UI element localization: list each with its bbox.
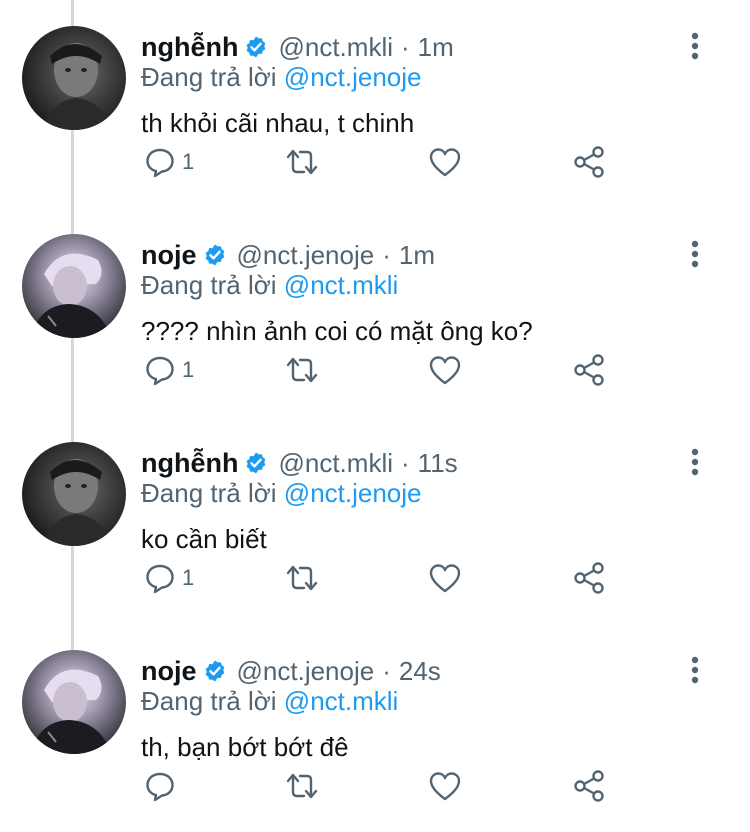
more-vertical-icon[interactable] bbox=[680, 652, 710, 688]
share-icon bbox=[574, 354, 604, 386]
comment-icon bbox=[146, 772, 174, 802]
share-icon bbox=[574, 146, 604, 178]
replying-to-label: Đang trả lời bbox=[141, 686, 277, 716]
mention-link[interactable]: @nct.mkli bbox=[284, 270, 399, 300]
reply-button[interactable] bbox=[144, 762, 182, 810]
retweet-icon bbox=[286, 565, 318, 591]
tweet-header: nghễnh @nct.mkli · 11s bbox=[141, 446, 458, 480]
tweet-header: nghễnh @nct.mkli · 1m bbox=[141, 30, 454, 64]
tweet-actions bbox=[0, 762, 750, 810]
avatar[interactable] bbox=[22, 442, 126, 546]
user-handle[interactable]: @nct.jenoje bbox=[237, 240, 375, 271]
heart-icon bbox=[429, 356, 461, 385]
display-name[interactable]: nghễnh bbox=[141, 448, 238, 479]
replying-to-label: Đang trả lời bbox=[141, 62, 277, 92]
separator-dot: · bbox=[382, 239, 391, 270]
separator-dot: · bbox=[382, 655, 391, 686]
avatar[interactable] bbox=[22, 234, 126, 338]
timestamp[interactable]: 24s bbox=[399, 656, 441, 687]
replying-to-line: Đang trả lời @nct.jenoje bbox=[141, 62, 422, 93]
verified-badge-icon bbox=[205, 244, 224, 266]
verified-badge-icon bbox=[247, 452, 266, 474]
timestamp[interactable]: 1m bbox=[418, 32, 454, 63]
tweet-actions: 1 bbox=[0, 554, 750, 602]
comment-icon bbox=[146, 564, 174, 594]
retweet-button[interactable] bbox=[284, 346, 320, 394]
tweet[interactable]: nghễnh @nct.mkli · 11s Đang trả lời @nct… bbox=[0, 416, 750, 624]
more-vertical-icon[interactable] bbox=[680, 236, 710, 272]
retweet-button[interactable] bbox=[284, 762, 320, 810]
tweet-actions: 1 bbox=[0, 138, 750, 186]
replying-to-label: Đang trả lời bbox=[141, 270, 277, 300]
replying-to-line: Đang trả lời @nct.mkli bbox=[141, 270, 398, 301]
reply-count: 1 bbox=[182, 357, 195, 382]
timestamp[interactable]: 1m bbox=[399, 240, 435, 271]
heart-icon bbox=[429, 564, 461, 593]
retweet-button[interactable] bbox=[284, 554, 320, 602]
tweet-header: noje @nct.jenoje · 24s bbox=[141, 654, 441, 688]
avatar[interactable] bbox=[22, 26, 126, 130]
reply-button[interactable]: 1 bbox=[144, 554, 194, 602]
tweet[interactable]: noje @nct.jenoje · 24s Đang trả lời @nct… bbox=[0, 624, 750, 832]
like-button[interactable] bbox=[428, 346, 462, 394]
retweet-icon bbox=[286, 357, 318, 383]
reply-count: 1 bbox=[182, 149, 195, 174]
comment-icon bbox=[146, 356, 174, 386]
user-handle[interactable]: @nct.mkli bbox=[278, 448, 393, 479]
retweet-icon bbox=[286, 149, 318, 175]
heart-icon bbox=[429, 772, 461, 801]
mention-link[interactable]: @nct.jenoje bbox=[284, 478, 422, 508]
reply-button[interactable]: 1 bbox=[144, 138, 194, 186]
retweet-button[interactable] bbox=[284, 138, 320, 186]
verified-badge-icon bbox=[247, 36, 266, 58]
user-handle[interactable]: @nct.jenoje bbox=[237, 656, 375, 687]
display-name[interactable]: noje bbox=[141, 656, 197, 687]
verified-badge-icon bbox=[205, 660, 224, 682]
share-icon bbox=[574, 562, 604, 594]
reply-count: 1 bbox=[182, 565, 195, 590]
mention-link[interactable]: @nct.jenoje bbox=[284, 62, 422, 92]
tweet-text: ???? nhìn ảnh coi có mặt ông ko? bbox=[141, 316, 533, 346]
like-button[interactable] bbox=[428, 554, 462, 602]
separator-dot: · bbox=[401, 31, 410, 62]
share-icon bbox=[574, 770, 604, 802]
tweet-text: th, bạn bớt bớt đê bbox=[141, 732, 349, 762]
tweet-text: th khỏi cãi nhau, t chinh bbox=[141, 108, 415, 138]
share-button[interactable] bbox=[572, 762, 606, 810]
like-button[interactable] bbox=[428, 762, 462, 810]
comment-icon bbox=[146, 148, 174, 178]
retweet-icon bbox=[286, 773, 318, 799]
more-vertical-icon[interactable] bbox=[680, 28, 710, 64]
like-button[interactable] bbox=[428, 138, 462, 186]
tweet[interactable]: nghễnh @nct.mkli · 1m Đang trả lời @nct.… bbox=[0, 0, 750, 208]
reply-button[interactable]: 1 bbox=[144, 346, 194, 394]
user-handle[interactable]: @nct.mkli bbox=[278, 32, 393, 63]
tweet[interactable]: noje @nct.jenoje · 1m Đang trả lời @nct.… bbox=[0, 208, 750, 416]
tweet-header: noje @nct.jenoje · 1m bbox=[141, 238, 435, 272]
mention-link[interactable]: @nct.mkli bbox=[284, 686, 399, 716]
share-button[interactable] bbox=[572, 554, 606, 602]
separator-dot: · bbox=[401, 447, 410, 478]
display-name[interactable]: nghễnh bbox=[141, 32, 238, 63]
timestamp[interactable]: 11s bbox=[418, 448, 458, 479]
replying-to-line: Đang trả lời @nct.jenoje bbox=[141, 478, 422, 509]
replying-to-label: Đang trả lời bbox=[141, 478, 277, 508]
share-button[interactable] bbox=[572, 346, 606, 394]
tweet-text: ko cần biết bbox=[141, 524, 267, 554]
tweet-actions: 1 bbox=[0, 346, 750, 394]
display-name[interactable]: noje bbox=[141, 240, 197, 271]
heart-icon bbox=[429, 148, 461, 177]
avatar[interactable] bbox=[22, 650, 126, 754]
replying-to-line: Đang trả lời @nct.mkli bbox=[141, 686, 398, 717]
share-button[interactable] bbox=[572, 138, 606, 186]
more-vertical-icon[interactable] bbox=[680, 444, 710, 480]
